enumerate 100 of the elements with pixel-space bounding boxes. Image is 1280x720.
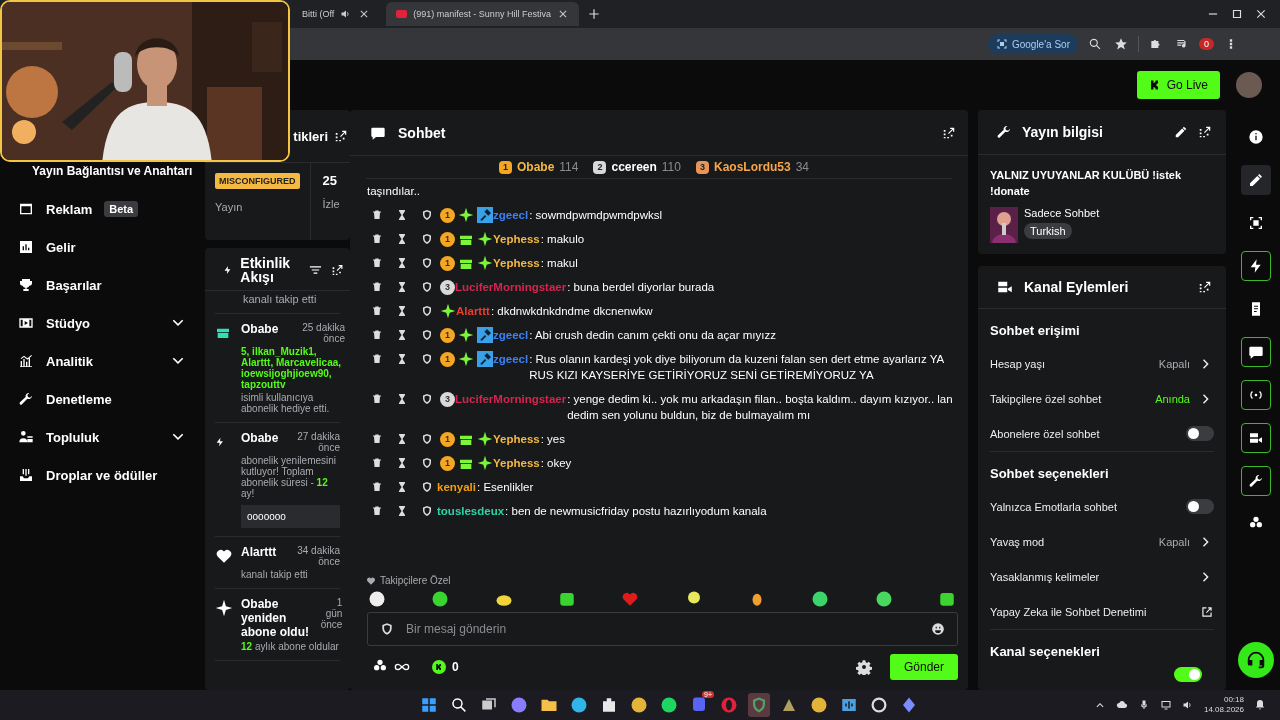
toggle-switch[interactable] <box>1174 667 1202 682</box>
send-button[interactable]: Gönder <box>889 654 958 680</box>
setting-row[interactable]: Yapay Zeka ile Sohbet Denetimi <box>990 594 1214 629</box>
nav-item[interactable]: Gelir <box>0 228 205 266</box>
hourglass-icon <box>396 233 408 245</box>
message-text: taşındılar.. <box>367 184 421 199</box>
sparkle-icon <box>477 431 493 447</box>
clock-date[interactable]: 14.08.2026 <box>1203 705 1244 715</box>
subscriber-badge: 1 <box>440 351 455 367</box>
bell-icon <box>1254 699 1266 711</box>
setting-row[interactable]: Takipçilere özel sohbet Anında <box>990 381 1214 416</box>
popout-icon <box>1198 280 1212 294</box>
chat-username[interactable]: zgeecl <box>493 351 529 367</box>
avatar[interactable] <box>1236 72 1262 98</box>
chat-username[interactable]: LuciferMorningstaer <box>455 391 567 407</box>
hourglass-icon <box>396 305 408 317</box>
trash-icon <box>371 329 383 341</box>
rail-button[interactable] <box>1241 337 1271 367</box>
settings-button[interactable] <box>853 657 874 677</box>
subscriber-badge: 1 <box>440 327 455 343</box>
subscriber-badge: 1 <box>440 231 455 247</box>
hourglass-icon <box>396 353 408 365</box>
bolt-icon <box>215 437 225 447</box>
nav-item[interactable]: Denetleme <box>0 380 205 418</box>
bolt-icon <box>223 265 233 275</box>
emote-icon[interactable] <box>937 590 956 608</box>
nav-item[interactable]: Stüdyo <box>0 304 205 342</box>
chat-username[interactable]: touslesdeux <box>437 503 505 519</box>
category-name[interactable]: Sadece Sohbet <box>1024 207 1100 219</box>
emote-icon[interactable] <box>431 590 450 608</box>
emote-icon[interactable] <box>874 590 893 608</box>
info-icon <box>1248 129 1264 145</box>
toggle-switch[interactable] <box>1186 499 1214 514</box>
setting-row[interactable]: Hesap yaşı Kapalı <box>990 346 1214 381</box>
rail-button[interactable] <box>1241 165 1271 195</box>
infinity-icon <box>394 662 410 672</box>
rail-button[interactable] <box>1241 466 1271 496</box>
cloud-icon <box>1115 699 1128 711</box>
setting-row[interactable]: Abonelere özel sohbet <box>990 416 1214 451</box>
maximize-icon <box>1230 7 1244 21</box>
help-button[interactable] <box>1238 642 1274 678</box>
message-text: : okey <box>540 456 573 471</box>
nav-item[interactable]: Analitik <box>0 342 205 380</box>
browser-tab[interactable]: (991) manifest - Sunny Hill Festiva <box>386 2 579 26</box>
chat-username[interactable]: kenyali <box>437 479 476 495</box>
setting-row[interactable]: Yavaş mod Kapalı <box>990 524 1214 559</box>
shield-icon <box>421 329 433 341</box>
panel-title: Kanal Eylemleri <box>1024 279 1129 295</box>
chat-username[interactable]: Yephess <box>493 231 540 247</box>
revenue-icon <box>18 239 34 255</box>
beta-badge: Beta <box>104 201 139 217</box>
go-live-button[interactable]: Go Live <box>1136 71 1220 99</box>
nav-item[interactable]: Başarılar <box>0 266 205 304</box>
hourglass-icon <box>396 257 408 269</box>
message-text: : sowmdpwmdpwmdpwksl <box>529 208 664 223</box>
emote-icon[interactable] <box>811 590 830 608</box>
trash-icon <box>371 481 383 493</box>
camera-icon <box>1248 430 1264 446</box>
ask-google-button[interactable]: Google'a Sor <box>987 34 1078 54</box>
chat-username[interactable]: zgeecl <box>493 207 529 223</box>
subscriber-badge: 1 <box>440 255 455 271</box>
status-badge: MISCONFIGURED <box>215 173 300 189</box>
message-input[interactable]: Bir mesaj gönderin <box>367 612 958 646</box>
chat-username[interactable]: Yephess <box>493 255 540 271</box>
chat-username[interactable]: LuciferMorningstaer <box>455 279 567 295</box>
subscriber-badge: 3 <box>440 279 455 295</box>
language-tag[interactable]: Turkish <box>1024 223 1072 239</box>
panel-title: Sohbet <box>398 124 446 141</box>
nav-item[interactable]: Droplar ve ödüller <box>0 456 205 494</box>
event-time: 25 dakika önce <box>301 322 345 344</box>
toggle-switch[interactable] <box>1186 426 1214 441</box>
capture-icon <box>1248 215 1264 231</box>
message-text: : makulo <box>540 232 586 247</box>
card-title: tikleri <box>293 128 328 144</box>
zoom-icon <box>1088 37 1102 51</box>
message-field[interactable]: Bir mesaj gönderin <box>404 621 921 637</box>
shield-icon <box>421 281 433 293</box>
rail-button[interactable] <box>1241 423 1271 453</box>
rail-button[interactable] <box>1241 251 1271 281</box>
nav-item[interactable]: Topluluk <box>0 418 205 456</box>
profile-badge[interactable]: 0 <box>1199 38 1214 50</box>
sparkle-icon <box>477 455 493 471</box>
shield-icon[interactable] <box>748 693 770 717</box>
setting-row[interactable]: Yasaklanmış kelimeler <box>990 559 1214 594</box>
emote-icon[interactable] <box>368 590 386 608</box>
chat-username[interactable]: Alarttt <box>456 303 490 319</box>
clock-time[interactable]: 00:18 <box>1223 695 1244 705</box>
subscriber-badge: 1 <box>440 207 455 223</box>
emoji-icon <box>931 622 945 636</box>
trash-icon <box>371 233 383 245</box>
event-time: 27 dakika önce <box>296 431 340 453</box>
nav-item[interactable]: Yayın Bağlantısı ve Anahtarı <box>0 162 205 180</box>
emote-icon[interactable] <box>558 590 576 608</box>
chat-username[interactable]: Yephess <box>493 431 540 447</box>
rail-button[interactable] <box>1241 380 1271 410</box>
chat-username[interactable]: zgeecl <box>493 327 529 343</box>
setting-row[interactable]: Yalnızca Emotlarla sohbet <box>990 489 1214 524</box>
chat-username[interactable]: Yephess <box>493 455 540 471</box>
leader-name: KaosLordu53 <box>713 160 791 174</box>
nav-item[interactable]: Reklam Beta <box>0 190 205 228</box>
